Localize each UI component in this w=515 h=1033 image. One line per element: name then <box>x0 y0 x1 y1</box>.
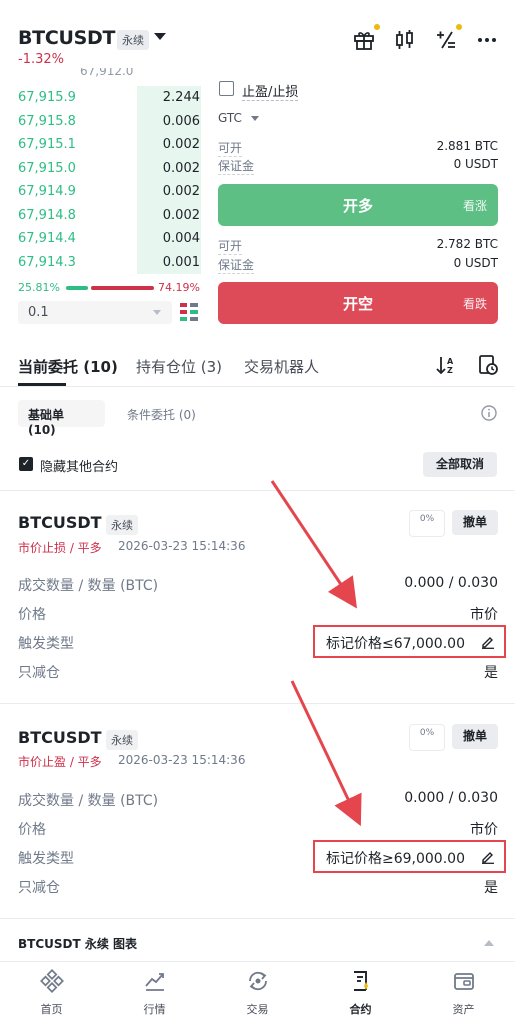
nav-futures-label: 合约 <box>349 1003 372 1016</box>
nav-futures[interactable]: 合约 <box>309 965 412 1023</box>
wallet-icon <box>453 973 474 990</box>
nav-divider <box>0 961 515 962</box>
nav-trade[interactable]: 交易 <box>206 965 309 1023</box>
chart-section-title[interactable]: BTCUSDT 永续 图表 <box>18 935 137 952</box>
nav-home[interactable]: 首页 <box>0 965 103 1023</box>
chevron-up-icon[interactable] <box>484 940 494 946</box>
nav-home-label: 首页 <box>40 1003 63 1016</box>
nav-assets[interactable]: 资产 <box>412 965 515 1023</box>
nav-markets-label: 行情 <box>143 1003 166 1016</box>
futures-doc-icon <box>353 971 368 991</box>
binance-logo-icon <box>39 969 64 993</box>
annotation-arrow <box>270 480 357 609</box>
market-chart-icon <box>144 973 164 991</box>
nav-markets[interactable]: 行情 <box>103 965 206 1023</box>
trade-swap-icon <box>248 971 267 991</box>
nav-trade-label: 交易 <box>246 1003 269 1016</box>
annotation-arrows <box>270 480 362 827</box>
nav-assets-label: 资产 <box>452 1003 475 1016</box>
annotation-arrow <box>290 680 362 827</box>
